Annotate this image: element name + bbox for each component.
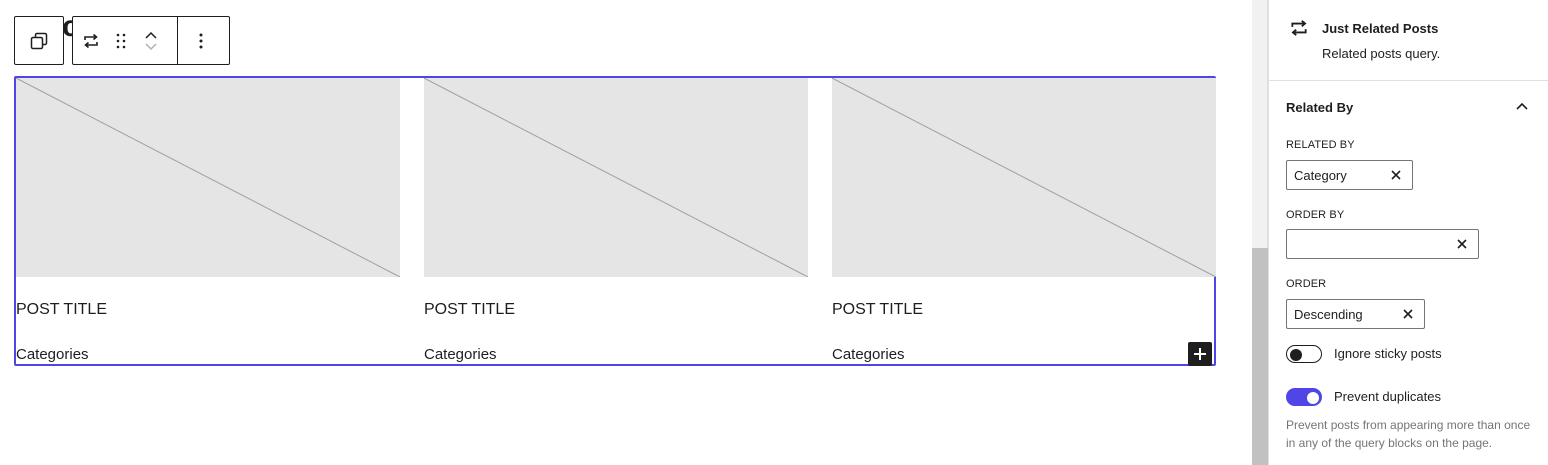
related-by-field[interactable]: Category — [1286, 160, 1413, 190]
drag-handle-icon — [116, 33, 126, 48]
block-mover — [133, 17, 169, 64]
toggle-knob — [1290, 349, 1302, 361]
editor-canvas: c POST TITLE Categories POST TITLE Categ… — [0, 0, 1252, 465]
related-by-label: RELATED BY — [1286, 139, 1355, 151]
order-label: ORDER — [1286, 278, 1327, 290]
featured-image-placeholder — [832, 78, 1216, 277]
post-title[interactable]: POST TITLE — [424, 301, 515, 319]
duplicate-button[interactable] — [21, 23, 57, 59]
prevent-duplicates-toggle-row: Prevent duplicates — [1286, 388, 1546, 408]
more-options-button[interactable] — [178, 23, 224, 59]
toolbar-group-parent — [14, 16, 64, 65]
prevent-duplicates-label: Prevent duplicates — [1334, 389, 1441, 404]
prevent-duplicates-help: Prevent posts from appearing more than o… — [1286, 418, 1531, 450]
clear-icon[interactable] — [1400, 306, 1416, 322]
post-item[interactable]: POST TITLE Categories — [832, 78, 1216, 363]
panel-toggle-related-by[interactable]: Related By — [1269, 82, 1548, 132]
block-toolbar — [14, 16, 230, 65]
featured-image-placeholder — [424, 78, 808, 277]
post-title[interactable]: POST TITLE — [16, 301, 107, 319]
order-by-field[interactable] — [1286, 229, 1479, 259]
post-categories[interactable]: Categories — [424, 346, 497, 363]
move-up-icon[interactable] — [144, 30, 158, 40]
featured-image-placeholder — [16, 78, 400, 277]
settings-sidebar: Just Related Posts Related posts query. … — [1268, 0, 1548, 465]
add-block-button[interactable] — [1188, 342, 1212, 366]
clear-icon[interactable] — [1454, 236, 1470, 252]
post-item[interactable]: POST TITLE Categories — [424, 78, 808, 363]
block-card-description: Related posts query. — [1322, 46, 1441, 61]
panel-title: Related By — [1286, 100, 1354, 115]
order-value: Descending — [1294, 307, 1363, 322]
query-loop-icon — [1291, 20, 1307, 36]
prevent-duplicates-toggle[interactable] — [1286, 388, 1322, 406]
duplicate-icon — [30, 32, 48, 49]
ignore-sticky-label: Ignore sticky posts — [1334, 346, 1442, 361]
scrollbar-thumb[interactable] — [1252, 248, 1268, 465]
block-card: Just Related Posts Related posts query. — [1269, 0, 1548, 81]
query-loop-icon — [84, 33, 98, 48]
order-field[interactable]: Descending — [1286, 299, 1425, 329]
drag-handle[interactable] — [109, 23, 133, 59]
toggle-knob — [1307, 392, 1319, 404]
clear-icon[interactable] — [1388, 167, 1404, 183]
block-type-button[interactable] — [73, 23, 109, 59]
ignore-sticky-toggle[interactable] — [1286, 345, 1322, 363]
more-options-icon — [199, 33, 203, 48]
chevron-up-icon — [1516, 102, 1528, 110]
related-by-value: Category — [1294, 168, 1347, 183]
block-card-title: Just Related Posts — [1322, 21, 1439, 36]
post-categories[interactable]: Categories — [16, 346, 89, 363]
post-categories[interactable]: Categories — [832, 346, 905, 363]
toolbar-group-block — [72, 16, 230, 65]
related-posts-block[interactable]: POST TITLE Categories POST TITLE Categor… — [14, 76, 1216, 366]
canvas-scrollbar[interactable] — [1252, 0, 1268, 465]
plus-icon — [1194, 348, 1206, 360]
move-down-icon[interactable] — [144, 42, 158, 52]
post-title[interactable]: POST TITLE — [832, 301, 923, 319]
order-by-label: ORDER BY — [1286, 209, 1345, 221]
ignore-sticky-toggle-row: Ignore sticky posts — [1286, 345, 1546, 365]
post-item[interactable]: POST TITLE Categories — [16, 78, 400, 363]
